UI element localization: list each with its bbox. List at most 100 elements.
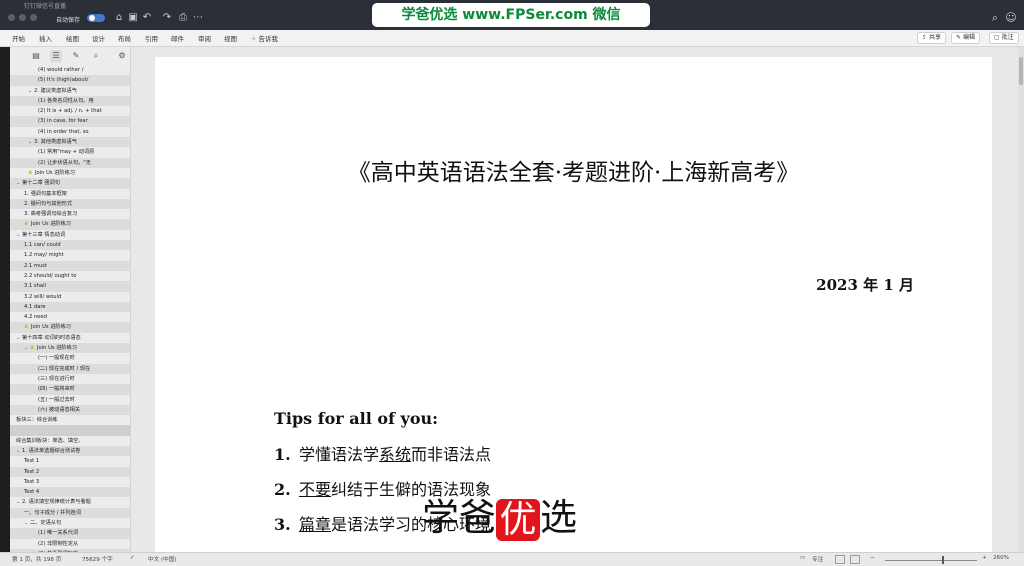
outline-item[interactable] [10, 425, 130, 436]
outline-item[interactable]: (三) 现在进行时 [10, 374, 130, 384]
outline-item[interactable]: 一、句子成分 / 并列连词 [10, 507, 130, 519]
outline-item[interactable]: ⌄ ♛ Join Us 进阶练习 [10, 343, 130, 354]
outline-item[interactable]: (2) It is + adj. / n. + that [10, 106, 130, 116]
focus-icon[interactable]: ▭ [800, 555, 805, 561]
zoom-level[interactable]: 260% [993, 555, 1009, 561]
outline-item[interactable]: 2.2 should/ ought to [10, 271, 130, 281]
page-count[interactable]: 第 1 页，共 198 页 [12, 555, 61, 563]
web-layout-icon[interactable] [850, 555, 860, 564]
edit-button[interactable]: ✎ 编辑 [951, 32, 980, 44]
share-button[interactable]: ⇪ 共享 [917, 32, 946, 44]
outline-item[interactable]: 板块三：综合训练 [10, 415, 130, 425]
document-scroll-thumb[interactable] [1019, 57, 1023, 85]
zoom-window-button[interactable] [30, 14, 37, 21]
outline-item[interactable]: ♛ Join Us 进阶练习 [10, 219, 130, 230]
close-window-button[interactable] [8, 14, 15, 21]
outline-item[interactable]: (五) 一般过去时 [10, 395, 130, 405]
minimize-window-button[interactable] [19, 14, 26, 21]
zoom-out-icon[interactable]: − [870, 555, 875, 561]
save-icon[interactable]: ▣ [127, 12, 139, 24]
proofing-icon[interactable]: ✓ [130, 555, 135, 561]
outline-item[interactable]: (四) 一般将来时 [10, 384, 130, 395]
undo-icon[interactable]: ↶ [141, 12, 153, 24]
outline-item[interactable]: 1. 强调句基本框架 [10, 189, 130, 199]
word-count[interactable]: 75629 个字 [82, 555, 113, 563]
focus-mode[interactable]: 专注 [812, 555, 823, 563]
outline-item[interactable]: 综合集训板块：单选、填空、 [10, 436, 130, 446]
outline-item[interactable]: ⌄ 第十四章 动词的时态语态 [10, 333, 130, 343]
outline-item-label: 3.2 will/ would [24, 293, 62, 300]
tips-heading: Tips for all of you: [274, 409, 439, 428]
more-icon[interactable]: ⋯ [192, 12, 204, 24]
tab-insert[interactable]: 插入 [39, 33, 52, 43]
zoom-slider-thumb[interactable] [942, 556, 944, 564]
tab-home[interactable]: 开始 [12, 33, 25, 43]
tab-layout[interactable]: 布局 [118, 33, 131, 43]
tab-review[interactable]: 审阅 [198, 33, 211, 43]
outline-item[interactable]: ⌄ 1. 语法单选题综合测试卷 [10, 445, 130, 457]
print-icon[interactable]: ⎙ [177, 12, 189, 24]
outline-item[interactable]: 3. 高考强调句综合复习 [10, 209, 130, 219]
outline-item-label: 1. 语法单选题综合测试卷 [22, 447, 81, 454]
print-layout-icon[interactable] [835, 555, 845, 564]
outline-item[interactable]: 2.1 must [10, 260, 130, 271]
outline-item[interactable]: Test 3 [10, 477, 130, 487]
zoom-slider[interactable] [885, 560, 977, 561]
outline-item[interactable]: ⌄ 第十二章 强调句 [10, 178, 130, 189]
outline-item[interactable]: (二) 现在完成时 / 现在 [10, 363, 130, 374]
outline-item[interactable]: Test 2 [10, 466, 130, 477]
outline-item[interactable]: ⌄ 二、定语从句 [10, 518, 130, 528]
tell-me-search[interactable]: ✧ 告诉我 [251, 33, 278, 43]
outline-item[interactable]: (六) 被动语态相关 [10, 404, 130, 416]
outline-item[interactable]: (2) 让步状语从句。"无 [10, 157, 130, 168]
outline-item[interactable]: ⌄ 3. 其他类虚拟语气 [10, 137, 130, 148]
edit-outline-icon[interactable]: ✎ [70, 50, 82, 62]
outline-item[interactable]: 1.2 may/ might [10, 250, 130, 260]
tab-design[interactable]: 设计 [92, 33, 105, 43]
outline-item[interactable]: ⌄ 2. 语法填空规律统计表与看题 [10, 497, 130, 507]
outline-item[interactable]: (2) 非限制性定从 [10, 539, 130, 549]
outline-item-label: (三) 现在进行时 [38, 375, 75, 382]
redo-icon[interactable]: ↷ [161, 12, 173, 24]
outline-item[interactable]: 3.1 shall [10, 281, 130, 292]
outline-item[interactable]: (1) 各类名词性从句。用 [10, 95, 130, 107]
outline-item[interactable]: ⌄ 第十三章 情态动词 [10, 230, 130, 240]
outline-item[interactable]: (4) in order that, so [10, 127, 130, 137]
outline-item[interactable]: (1) 常用"may + 动词原 [10, 147, 130, 157]
search-icon[interactable]: ⌕ [988, 11, 1002, 25]
outline-item[interactable]: 1.1 can/ could [10, 240, 130, 251]
outline-item[interactable]: (1) 唯一关系代词 [10, 528, 130, 539]
crown-icon: ♛ [28, 169, 33, 176]
outline-item[interactable]: 2. 疑问句与其他形式 [10, 198, 130, 210]
account-icon[interactable]: ☺ [1004, 11, 1018, 25]
outline-item-label: 第十四章 动词的时态语态 [22, 334, 81, 341]
outline-item[interactable]: (4) would rather / [10, 65, 130, 75]
outline-item[interactable]: Test 4 [10, 487, 130, 498]
outline-item[interactable]: (一) 一般现在时 [10, 353, 130, 363]
search-icon[interactable]: ⌕ [90, 50, 102, 62]
outline-icon[interactable]: ☰ [50, 50, 62, 62]
comment-button[interactable]: ▢ 批注 [989, 32, 1019, 44]
document-page[interactable]: 《高中英语语法全套·考题进阶·上海新高考》 2023 年 1 月 Tips fo… [155, 57, 992, 552]
tab-mailings[interactable]: 邮件 [171, 33, 184, 43]
home-icon[interactable]: ⌂ [113, 12, 125, 24]
outline-item-label: (1) 各类名词性从句。用 [38, 97, 94, 104]
outline-item[interactable]: 3.2 will/ would [10, 292, 130, 302]
thumbnails-icon[interactable]: ▤ [30, 50, 42, 62]
outline-item[interactable]: ♛ Join Us 进阶练习 [10, 322, 130, 333]
outline-item[interactable]: ⌄ 2. 建议类虚拟语气 [10, 86, 130, 96]
outline-item[interactable]: (3) in case, for fear [10, 116, 130, 127]
document-scrollbar[interactable] [1018, 47, 1024, 552]
outline-item[interactable]: 4.1 dare [10, 301, 130, 313]
outline-item[interactable]: (5) It's (high)about/ [10, 75, 130, 86]
language-status[interactable]: 中文 (中国) [148, 555, 177, 563]
outline-item[interactable]: ♛ Join Us 进阶练习 [10, 168, 130, 178]
zoom-in-icon[interactable]: + [982, 555, 987, 561]
autosave-toggle[interactable] [87, 14, 105, 22]
tab-view[interactable]: 视图 [224, 33, 237, 43]
outline-item[interactable]: 4.2 need [10, 312, 130, 322]
outline-item[interactable]: Test 1 [10, 456, 130, 466]
tab-draw[interactable]: 绘图 [66, 33, 79, 43]
gear-icon[interactable]: ⚙ [116, 50, 128, 62]
tab-references[interactable]: 引用 [145, 33, 158, 43]
